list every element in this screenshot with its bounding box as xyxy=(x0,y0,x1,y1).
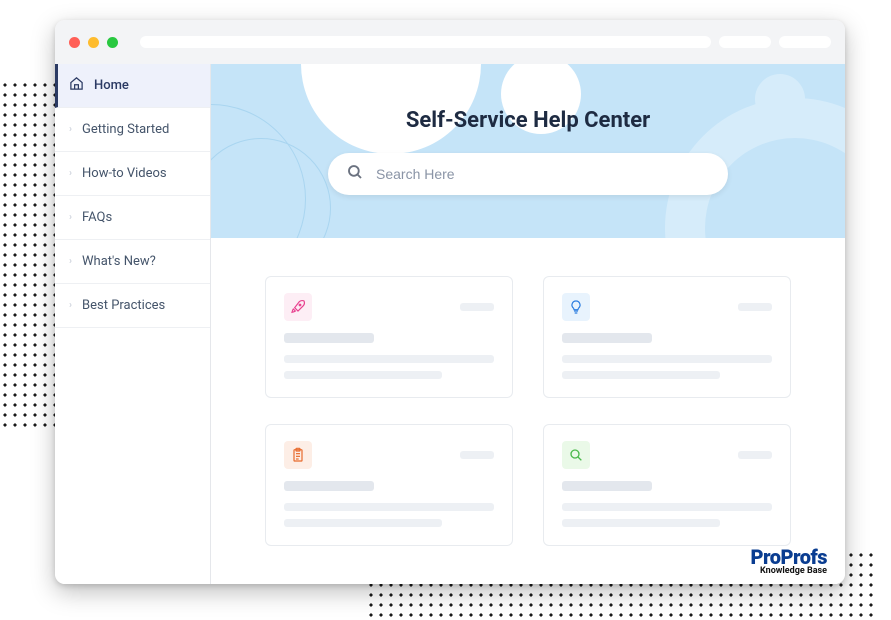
bulb-icon xyxy=(562,293,590,321)
placeholder-meta xyxy=(738,303,772,311)
placeholder-title xyxy=(284,333,374,343)
sidebar-item-how-to-videos[interactable]: › How-to Videos xyxy=(55,152,210,196)
card[interactable] xyxy=(265,276,513,398)
search-input[interactable] xyxy=(376,166,710,182)
search-icon xyxy=(346,163,364,185)
placeholder-line xyxy=(562,355,772,363)
browser-window: Home › Getting Started › How-to Videos ›… xyxy=(55,20,845,584)
titlebar-pill xyxy=(719,36,771,48)
sidebar-item-label: Best Practices xyxy=(82,298,165,313)
maximize-window-button[interactable] xyxy=(107,37,118,48)
minimize-window-button[interactable] xyxy=(88,37,99,48)
card[interactable] xyxy=(265,424,513,546)
card[interactable] xyxy=(543,424,791,546)
card[interactable] xyxy=(543,276,791,398)
placeholder-title xyxy=(562,481,652,491)
placeholder-meta xyxy=(738,451,772,459)
chevron-right-icon: › xyxy=(69,212,72,223)
sidebar-item-label: What's New? xyxy=(82,254,156,269)
placeholder-line xyxy=(284,519,442,527)
placeholder-line xyxy=(284,355,494,363)
sidebar-item-faqs[interactable]: › FAQs xyxy=(55,196,210,240)
brand-logo: ProProfs Knowledge Base xyxy=(750,547,827,576)
titlebar-pill xyxy=(779,36,831,48)
placeholder-meta xyxy=(460,303,494,311)
search-container xyxy=(328,153,728,195)
titlebar xyxy=(55,20,845,64)
search-icon xyxy=(562,441,590,469)
placeholder-line xyxy=(284,503,494,511)
placeholder-line xyxy=(562,503,772,511)
sidebar-item-label: FAQs xyxy=(82,210,112,225)
cards-grid xyxy=(211,238,845,584)
placeholder-meta xyxy=(460,451,494,459)
sidebar-item-label: Home xyxy=(94,78,129,93)
close-window-button[interactable] xyxy=(69,37,80,48)
rocket-icon xyxy=(284,293,312,321)
clipboard-icon xyxy=(284,441,312,469)
chevron-right-icon: › xyxy=(69,256,72,267)
url-bar[interactable] xyxy=(140,36,711,48)
hero-banner: Self-Service Help Center xyxy=(211,64,845,238)
app-body: Home › Getting Started › How-to Videos ›… xyxy=(55,64,845,584)
page-title: Self-Service Help Center xyxy=(406,108,650,133)
chevron-right-icon: › xyxy=(69,168,72,179)
home-icon xyxy=(69,76,84,95)
decorative-blob xyxy=(755,74,805,124)
placeholder-title xyxy=(562,333,652,343)
chevron-right-icon: › xyxy=(69,124,72,135)
placeholder-line xyxy=(562,519,720,527)
sidebar-item-label: How-to Videos xyxy=(82,166,167,181)
chevron-right-icon: › xyxy=(69,300,72,311)
main-content: Self-Service Help Center xyxy=(211,64,845,584)
sidebar-item-getting-started[interactable]: › Getting Started xyxy=(55,108,210,152)
sidebar-item-best-practices[interactable]: › Best Practices xyxy=(55,284,210,328)
sidebar-item-home[interactable]: Home xyxy=(55,64,210,108)
sidebar-item-label: Getting Started xyxy=(82,122,169,137)
sidebar: Home › Getting Started › How-to Videos ›… xyxy=(55,64,211,584)
decorative-blob xyxy=(211,138,331,238)
placeholder-line xyxy=(284,371,442,379)
sidebar-item-whats-new[interactable]: › What's New? xyxy=(55,240,210,284)
placeholder-title xyxy=(284,481,374,491)
brand-subtitle: Knowledge Base xyxy=(750,567,827,576)
placeholder-line xyxy=(562,371,720,379)
